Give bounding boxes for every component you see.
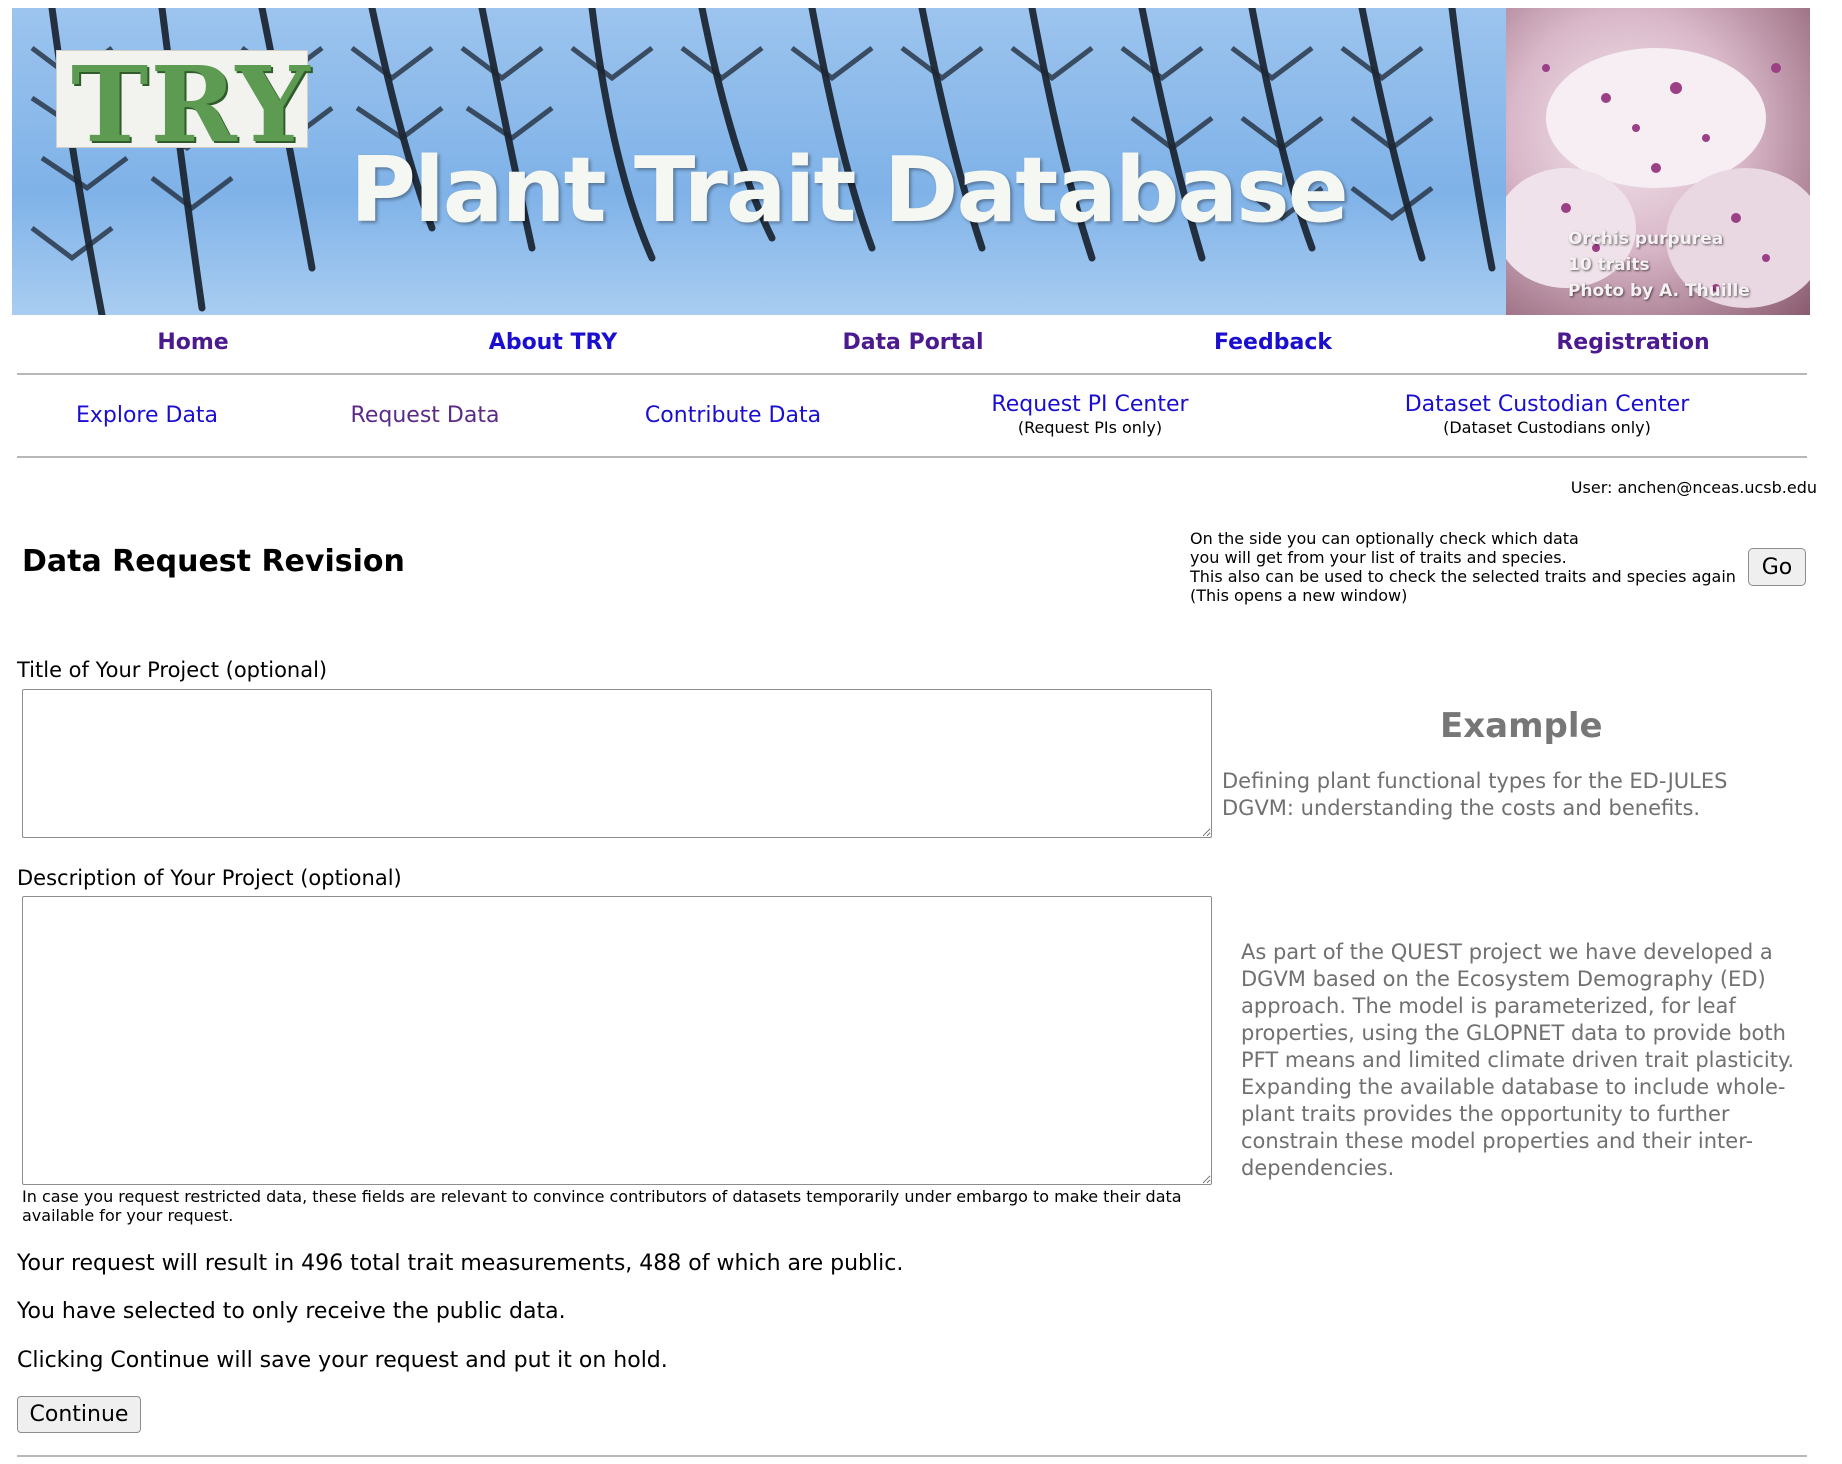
continue-button[interactable]: Continue [17, 1396, 141, 1433]
hold-notice: Clicking Continue will save your request… [17, 1348, 668, 1373]
nav-divider [17, 373, 1807, 375]
subnav-explore-data: Explore Data [76, 403, 218, 428]
explore-data-link[interactable]: Explore Data [76, 403, 218, 428]
public-only-notice: You have selected to only receive the pu… [17, 1299, 566, 1324]
subnav-divider [17, 456, 1807, 458]
example-heading: Example [1440, 706, 1603, 746]
dataset-custodian-center-note: (Dataset Custodians only) [1443, 418, 1651, 437]
project-title-label: Title of Your Project (optional) [17, 658, 328, 682]
nav-feedback[interactable]: Feedback [1214, 330, 1332, 355]
footer-divider [17, 1455, 1807, 1457]
main-nav: Home About TRY Data Portal Feedback Regi… [0, 330, 1842, 360]
nav-data-portal[interactable]: Data Portal [842, 330, 983, 355]
help-line-3: This also can be used to check the selec… [1190, 567, 1736, 586]
banner-title: Plant Trait Database [350, 138, 1349, 243]
embargo-note: In case you request restricted data, the… [22, 1187, 1182, 1225]
go-button[interactable]: Go [1748, 548, 1806, 586]
help-line-1: On the side you can optionally check whi… [1190, 529, 1579, 548]
caption-trait-count: 10 traits [1568, 255, 1650, 275]
check-selection-help: On the side you can optionally check whi… [1190, 529, 1750, 605]
help-line-2: you will get from your list of traits an… [1190, 548, 1567, 567]
request-pi-center-note: (Request PIs only) [1017, 418, 1163, 437]
measurement-summary: Your request will result in 496 total tr… [17, 1251, 904, 1276]
try-logo[interactable]: TRY [56, 43, 310, 166]
subnav-request-pi-center: Request PI Center (Request PIs only) [991, 392, 1188, 437]
request-data-link[interactable]: Request Data [351, 403, 500, 428]
project-description-field[interactable] [22, 896, 1212, 1185]
subnav-dataset-custodian-center: Dataset Custodian Center (Dataset Custod… [1405, 392, 1690, 437]
project-description-label: Description of Your Project (optional) [17, 866, 402, 890]
logged-in-user: User: anchen@nceas.ucsb.edu [1570, 478, 1817, 497]
dataset-custodian-center-link[interactable]: Dataset Custodian Center [1405, 392, 1690, 417]
page-title: Data Request Revision [22, 544, 405, 579]
caption-photographer: Photo by A. Thuille [1568, 281, 1750, 301]
data-portal-subnav: Explore Data Request Data Contribute Dat… [0, 392, 1842, 444]
fern-background-image: TRY Plant Trait Database [12, 8, 1506, 315]
site-banner: TRY Plant Trait Database Orchis purpurea… [12, 8, 1810, 315]
help-line-4: (This opens a new window) [1190, 586, 1408, 605]
example-title: Defining plant functional types for the … [1222, 769, 1728, 820]
example-description: As part of the QUEST project we have dev… [1241, 940, 1795, 1180]
subnav-request-data: Request Data [351, 403, 500, 428]
subnav-contribute-data: Contribute Data [645, 403, 821, 428]
photo-caption: Orchis purpurea 10 traits Photo by A. Th… [1568, 226, 1750, 304]
nav-home[interactable]: Home [157, 330, 228, 355]
contribute-data-link[interactable]: Contribute Data [645, 403, 821, 428]
caption-species: Orchis purpurea [1568, 229, 1724, 249]
project-title-field[interactable] [22, 689, 1212, 838]
nav-registration[interactable]: Registration [1556, 330, 1709, 355]
nav-about-try[interactable]: About TRY [489, 330, 617, 355]
request-pi-center-link[interactable]: Request PI Center [991, 392, 1188, 417]
